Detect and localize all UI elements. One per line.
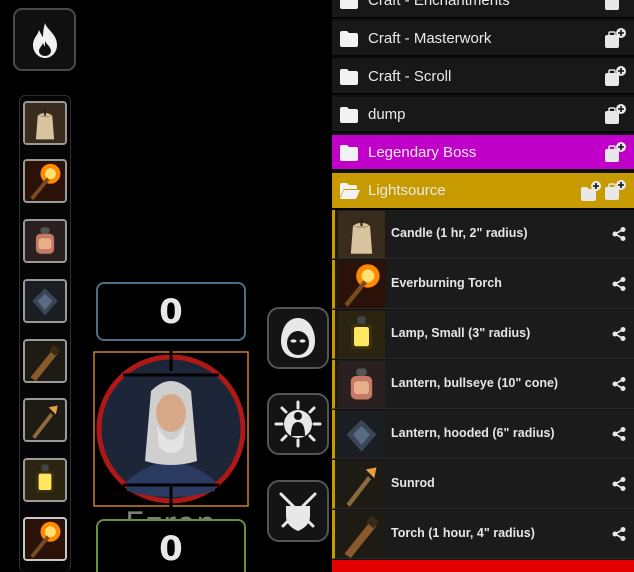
add-item-icon[interactable]: [604, 180, 626, 202]
role-combat-button[interactable]: [267, 480, 329, 542]
add-folder-icon[interactable]: [580, 180, 602, 202]
quickbar-slot-lamp-small[interactable]: [23, 458, 67, 502]
folder-icon: [340, 69, 358, 85]
item-label: Candle (1 hr, 2" radius): [391, 226, 528, 240]
quickbar-slot-torch[interactable]: [23, 339, 67, 383]
share-icon[interactable]: [612, 377, 626, 391]
lamp-icon: [25, 460, 65, 500]
lantern-bullseye-icon: [338, 361, 385, 408]
share-icon[interactable]: [612, 227, 626, 241]
candle-icon: [25, 103, 65, 143]
item-label: Everburning Torch: [391, 276, 502, 290]
folder-dump[interactable]: dump: [332, 97, 634, 133]
everburning-torch-icon: [25, 519, 65, 559]
quickbar-slot-lantern-hooded[interactable]: [23, 279, 67, 323]
role-aura-button[interactable]: [267, 393, 329, 455]
folder-icon: [340, 0, 358, 9]
item-everburning-torch[interactable]: Everburning Torch: [332, 260, 634, 309]
quickbar-slot-lantern-bullseye[interactable]: [23, 219, 67, 263]
folder-craft-masterwork[interactable]: Craft - Masterwork: [332, 21, 634, 57]
share-icon[interactable]: [612, 327, 626, 341]
share-icon[interactable]: [612, 527, 626, 541]
add-item-icon[interactable]: [604, 0, 626, 12]
folder-icon: [340, 107, 358, 123]
torch-icon: [25, 341, 65, 381]
next-folder-red[interactable]: [332, 560, 634, 572]
quickbar-slot-candle[interactable]: [23, 101, 67, 145]
add-item-icon[interactable]: [604, 142, 626, 164]
role-hooded-button[interactable]: [267, 307, 329, 369]
bar-bottom-value[interactable]: 0: [96, 519, 246, 572]
flame-icon: [32, 22, 57, 58]
folder-label: Craft - Masterwork: [368, 30, 492, 47]
shield-swords-icon: [279, 492, 317, 531]
quickbar-slot-everburning-torch-2[interactable]: [23, 517, 67, 561]
item-label: Lamp, Small (3" radius): [391, 326, 531, 340]
item-candle[interactable]: Candle (1 hr, 2" radius): [332, 210, 634, 259]
add-item-icon[interactable]: [604, 66, 626, 88]
item-label: Torch (1 hour, 4" radius): [391, 526, 535, 540]
share-icon[interactable]: [612, 427, 626, 441]
token-portrait[interactable]: [93, 351, 249, 507]
folder-label: Legendary Boss: [368, 144, 477, 161]
share-icon[interactable]: [612, 477, 626, 491]
folder-craft-enchantments[interactable]: Craft - Enchantments: [332, 0, 634, 19]
lantern-hooded-icon: [338, 411, 385, 458]
folder-label: dump: [368, 106, 406, 123]
sunrod-icon: [25, 400, 65, 440]
everburning-torch-icon: [338, 261, 385, 308]
item-label: Sunrod: [391, 476, 435, 490]
folder-icon: [340, 31, 358, 47]
torch-icon: [338, 511, 385, 558]
item-torch[interactable]: Torch (1 hour, 4" radius): [332, 510, 634, 559]
add-item-icon[interactable]: [604, 104, 626, 126]
candle-icon: [338, 211, 385, 258]
folder-legendary-boss[interactable]: Legendary Boss: [332, 135, 634, 171]
item-label: Lantern, hooded (6" radius): [391, 426, 555, 440]
folder-label: Lightsource: [368, 182, 446, 199]
lantern-hooded-icon: [25, 281, 65, 321]
folder-icon: [340, 145, 358, 161]
folder-craft-scroll[interactable]: Craft - Scroll: [332, 59, 634, 95]
hooded-figure-icon: [281, 318, 315, 358]
character-portrait: [93, 351, 249, 507]
everburning-torch-icon: [25, 161, 65, 201]
folder-open-icon: [340, 183, 360, 199]
bar-top-value[interactable]: 0: [96, 282, 246, 341]
folder-label: Craft - Scroll: [368, 68, 452, 85]
item-lantern-hooded[interactable]: Lantern, hooded (6" radius): [332, 410, 634, 459]
item-lantern-bullseye[interactable]: Lantern, bullseye (10" cone): [332, 360, 634, 409]
quickbar: [19, 95, 71, 572]
item-label: Lantern, bullseye (10" cone): [391, 376, 559, 390]
item-directory-panel: Craft - Enchantments Craft - Masterwork …: [332, 0, 634, 572]
quickbar-slot-sunrod[interactable]: [23, 398, 67, 442]
item-sunrod[interactable]: Sunrod: [332, 460, 634, 509]
item-lamp-small[interactable]: Lamp, Small (3" radius): [332, 310, 634, 359]
folder-label: Craft - Enchantments: [368, 0, 510, 9]
add-item-icon[interactable]: [604, 28, 626, 50]
quickbar-slot-everburning-torch[interactable]: [23, 159, 67, 203]
sunrod-icon: [338, 461, 385, 508]
aura-figure-icon: [274, 400, 322, 448]
folder-lightsource[interactable]: Lightsource: [332, 173, 634, 210]
share-icon[interactable]: [612, 277, 626, 291]
light-toggle-button[interactable]: [13, 8, 76, 71]
lamp-icon: [338, 311, 385, 358]
lantern-bullseye-icon: [25, 221, 65, 261]
